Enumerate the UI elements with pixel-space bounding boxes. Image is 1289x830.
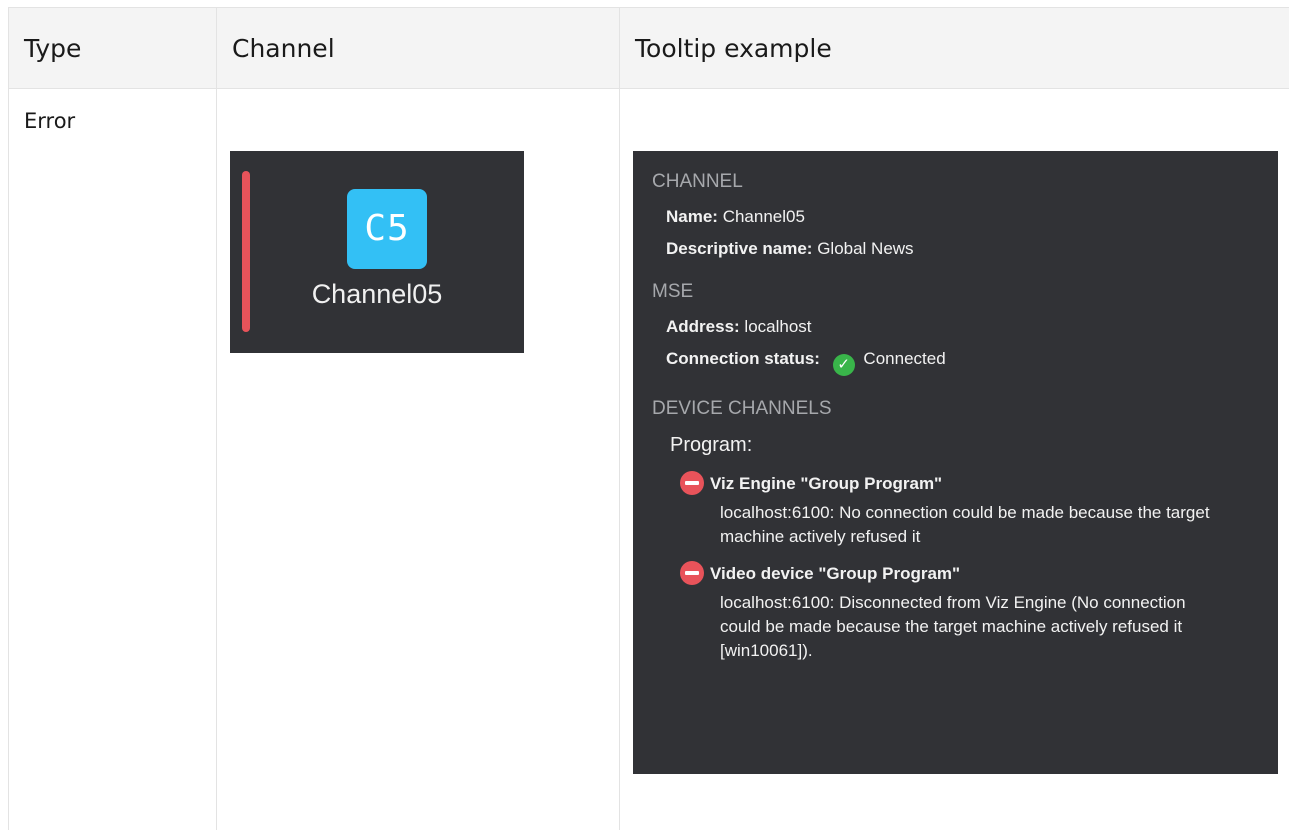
table-row: Error C5 Channel05 CHANNEL Name: Channel… — [8, 88, 1289, 830]
header-type: Type — [8, 7, 217, 89]
device-title-text: Viz Engine "Group Program" — [710, 474, 943, 493]
device-entry-title: Video device "Group Program" — [680, 561, 1259, 585]
tooltip-descriptive-value: Global News — [817, 239, 914, 258]
tooltip-address-label: Address: — [666, 317, 740, 336]
tooltip-status-label: Connection status: — [666, 349, 820, 368]
tooltip-status-row: Connection status: ✓ Connected — [666, 349, 1259, 376]
table-header-row: Type Channel Tooltip example — [8, 7, 1289, 89]
channel-tooltip: CHANNEL Name: Channel05 Descriptive name… — [633, 151, 1278, 774]
header-channel: Channel — [216, 7, 620, 89]
channel-badge-icon: C5 — [347, 189, 427, 269]
tooltip-name-value: Channel05 — [722, 207, 805, 226]
tooltip-address-value: localhost — [744, 317, 812, 336]
channel-name-label: Channel05 — [311, 279, 443, 309]
tooltip-section-channel-title: CHANNEL — [652, 171, 743, 192]
tooltip-section-mse-title: MSE — [652, 281, 694, 302]
device-title-text: Video device "Group Program" — [710, 564, 961, 583]
device-entry-title: Viz Engine "Group Program" — [680, 471, 1259, 495]
header-tooltip-example: Tooltip example — [619, 7, 1289, 89]
channel-cell: C5 Channel05 — [216, 88, 620, 830]
device-entry-message: localhost:6100: Disconnected from Viz En… — [720, 593, 1186, 660]
error-minus-icon — [680, 471, 704, 495]
tooltip-name-row: Name: Channel05 — [666, 207, 1259, 227]
tooltip-address-row: Address: localhost — [666, 317, 1259, 337]
tooltip-descriptive-row: Descriptive name: Global News — [666, 239, 1259, 259]
device-entry-message: localhost:6100: No connection could be m… — [720, 503, 1210, 546]
tooltip-descriptive-label: Descriptive name: — [666, 239, 813, 258]
tooltip-wrapper: CHANNEL Name: Channel05 Descriptive name… — [620, 89, 1289, 830]
tooltip-section-device-channels-title: DEVICE CHANNELS — [652, 398, 832, 419]
tooltip-cell: CHANNEL Name: Channel05 Descriptive name… — [619, 88, 1289, 830]
tooltip-name-label: Name: — [666, 207, 718, 226]
type-cell: Error — [8, 88, 217, 830]
channel-status-table: Type Channel Tooltip example Error C5 Ch… — [8, 7, 1289, 830]
tooltip-status-value: Connected — [863, 349, 946, 368]
channel-tile[interactable]: C5 Channel05 — [230, 151, 524, 353]
error-minus-icon — [680, 561, 704, 585]
check-circle-icon: ✓ — [832, 354, 855, 376]
tooltip-program-label: Program: — [670, 434, 753, 456]
channel-tile-wrapper: C5 Channel05 — [217, 89, 619, 830]
